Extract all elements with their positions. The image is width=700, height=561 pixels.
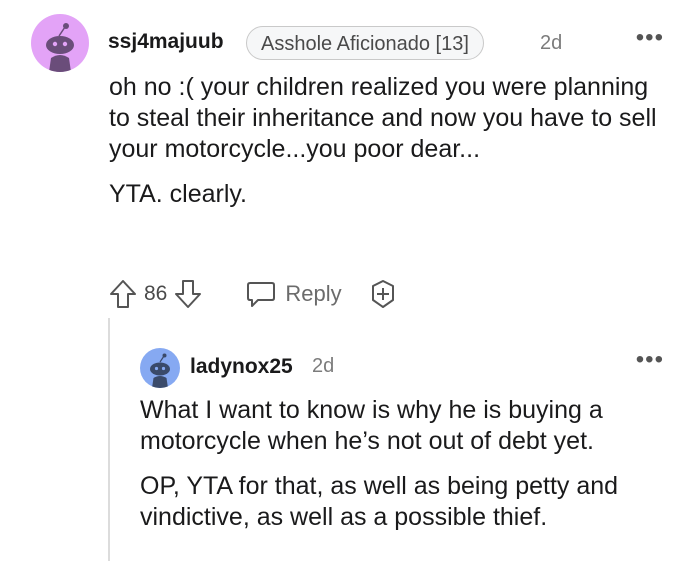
reply-button[interactable]: Reply — [245, 279, 342, 309]
vote-count: 86 — [144, 282, 168, 305]
comment-actions: 86 Reply — [108, 276, 398, 312]
comment-body: What I want to know is why he is buying … — [140, 395, 680, 547]
snoo-avatar-icon — [46, 23, 74, 72]
comment-paragraph: What I want to know is why he is buying … — [140, 396, 603, 455]
more-options-icon[interactable]: ••• — [636, 346, 664, 374]
award-icon[interactable] — [368, 279, 398, 309]
more-options-icon[interactable]: ••• — [636, 24, 664, 52]
reply-comment: ladynox25 2d ••• What I want to know is … — [0, 330, 700, 561]
comment-paragraph: oh no :( your children realized you were… — [109, 73, 657, 163]
comment-body: oh no :( your children realized you were… — [109, 72, 669, 224]
reply-icon — [247, 282, 276, 307]
timestamp: 2d — [312, 355, 335, 377]
timestamp: 2d — [540, 32, 563, 54]
reply-label: Reply — [285, 281, 342, 306]
comment: ssj4majuub Asshole Aficionado [13] 2d ••… — [0, 0, 700, 320]
comment-paragraph: OP, YTA for that, as well as being petty… — [140, 472, 619, 531]
downvote-icon[interactable] — [173, 278, 203, 310]
snoo-avatar-icon — [150, 353, 170, 388]
user-flair: Asshole Aficionado [13] — [246, 26, 484, 60]
avatar[interactable] — [140, 348, 180, 388]
username[interactable]: ladynox25 — [190, 355, 293, 379]
upvote-icon[interactable] — [108, 278, 138, 310]
username[interactable]: ssj4majuub — [108, 30, 224, 54]
comment-paragraph: YTA. clearly. — [109, 180, 247, 208]
avatar[interactable] — [31, 14, 89, 72]
